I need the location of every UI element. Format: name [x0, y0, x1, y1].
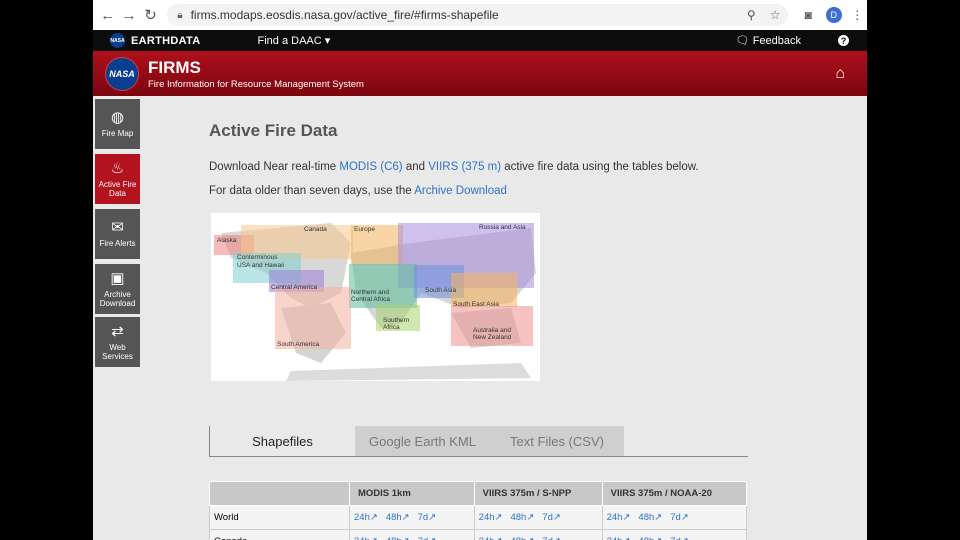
envelope-icon: ✉︎	[111, 219, 124, 236]
link-7d[interactable]: 7d↗	[542, 512, 561, 523]
address-bar[interactable]: 🔒︎ firms.modaps.eosdis.nasa.gov/active_f…	[167, 4, 789, 26]
table-header-modis: MODIS 1km	[349, 481, 475, 506]
label-alaska: Alaska	[217, 237, 237, 244]
table-row: World 24h↗ 48h↗ 7d↗ 24h↗ 48h↗ 7d↗ 24h↗ 48h↗ 7d…	[209, 505, 748, 530]
link-24h[interactable]: 24h↗	[479, 512, 503, 523]
modis-canada-links: 24h↗ 48h↗ 7d↗	[349, 529, 475, 540]
swap-arrows-icon: ⇄	[111, 322, 124, 340]
link-7d[interactable]: 7d↗	[670, 536, 689, 540]
table-header-viirs-noaa20: VIIRS 375m / NOAA-20	[601, 481, 748, 506]
site-title: FIRMS	[148, 58, 201, 77]
menu-kebab-icon[interactable]: ⋮	[848, 5, 867, 25]
label-south-america: South America	[277, 341, 320, 348]
archive-paragraph: For data older than seven days, use the …	[209, 185, 507, 197]
archive-download-link[interactable]: Archive Download	[414, 185, 507, 197]
label-australia-2: New Zealand	[473, 334, 512, 341]
back-arrow-icon[interactable]: ←	[97, 4, 118, 26]
modis-world-links: 24h↗ 48h↗ 7d↗	[349, 505, 475, 530]
sidebar-item-web-services[interactable]: ⇄ Web Services	[95, 317, 140, 367]
label-south-asia: South Asia	[425, 287, 457, 294]
label-s-africa-1: Southern	[383, 317, 410, 324]
link-24h[interactable]: 24h↗	[479, 536, 503, 540]
table-header-viirs-snpp: VIIRS 375m / S-NPP	[473, 481, 603, 506]
link-48h[interactable]: 48h↗	[510, 512, 534, 523]
label-n-africa-1: Northern and	[351, 289, 389, 296]
label-russia: Russia and Asia	[479, 224, 526, 231]
bookmark-star-icon[interactable]: ☆	[770, 8, 781, 22]
label-canada: Canada	[304, 226, 327, 233]
sidebar-item-fire-map[interactable]: ◍ Fire Map	[95, 99, 140, 149]
globe-icon: ◍	[110, 109, 125, 126]
download-table: MODIS 1km VIIRS 375m / S-NPP VIIRS 375m …	[209, 481, 748, 540]
link-24h[interactable]: 24h↗	[607, 512, 631, 523]
region-south-america[interactable]	[275, 287, 351, 349]
firms-banner: NASA FIRMS Fire Information for Resource…	[93, 51, 867, 96]
browser-toolbar: ← → ↻ 🔒︎ firms.modaps.eosdis.nasa.gov/ac…	[93, 0, 867, 31]
sidebar-item-fire-alerts[interactable]: ✉︎ Fire Alerts	[95, 209, 140, 259]
label-usa-1: Conterminous	[237, 254, 278, 261]
site-subtitle: Fire Information for Resource Management…	[148, 79, 364, 90]
link-24h[interactable]: 24h↗	[607, 536, 631, 540]
browser-window: ← → ↻ 🔒︎ firms.modaps.eosdis.nasa.gov/ac…	[93, 0, 867, 540]
label-europe: Europe	[354, 226, 375, 233]
home-icon[interactable]: ⌂	[835, 65, 845, 83]
intro-paragraph: Download Near real-time MODIS (C6) and V…	[209, 161, 699, 173]
link-7d[interactable]: 7d↗	[418, 536, 437, 540]
table-header-row: MODIS 1km VIIRS 375m / S-NPP VIIRS 375m …	[209, 481, 748, 506]
page-title: Active Fire Data	[209, 121, 338, 140]
extension-icon[interactable]: ◙	[798, 5, 817, 25]
table-header-empty	[209, 481, 350, 506]
nasa-meatball-icon[interactable]: NASA	[110, 33, 125, 48]
row-label-canada: Canada	[209, 529, 350, 540]
archive-box-icon: ▣	[110, 269, 125, 287]
noaa20-world-links: 24h↗ 48h↗ 7d↗	[601, 505, 748, 530]
label-australia-1: Australia and	[473, 327, 511, 334]
zoom-search-icon[interactable]: ⚲	[747, 8, 756, 22]
label-s-africa-2: Africa	[383, 324, 400, 331]
nasa-logo[interactable]: NASA	[105, 57, 139, 91]
link-7d[interactable]: 7d↗	[542, 536, 561, 540]
snpp-world-links: 24h↗ 48h↗ 7d↗	[473, 505, 603, 530]
sidebar-item-active-fire-data[interactable]: ♨︎ Active Fire Data	[95, 154, 140, 204]
label-se-asia: South East Asia	[453, 301, 499, 308]
reload-icon[interactable]: ↻	[140, 4, 161, 26]
link-48h[interactable]: 48h↗	[386, 536, 410, 540]
label-n-africa-2: Central Africa	[351, 296, 391, 303]
label-usa-2: USA and Hawaii	[237, 262, 284, 269]
region-map[interactable]: Alaska Canada Europe Russia and Asia Con…	[211, 213, 540, 381]
tab-shapefiles[interactable]: Shapefiles	[209, 426, 355, 456]
modis-link[interactable]: MODIS (C6)	[339, 161, 402, 173]
profile-avatar[interactable]: D	[825, 7, 842, 23]
link-7d[interactable]: 7d↗	[670, 512, 689, 523]
row-label-world: World	[209, 505, 350, 530]
sidebar-item-archive-download[interactable]: ▣ Archive Download	[95, 264, 140, 314]
link-7d[interactable]: 7d↗	[418, 512, 437, 523]
link-24h[interactable]: 24h↗	[354, 512, 378, 523]
tab-google-earth-kml[interactable]: Google Earth KML	[355, 426, 490, 456]
noaa20-canada-links: 24h↗ 48h↗ 7d↗	[601, 529, 748, 540]
earthdata-brand[interactable]: EARTHDATA	[131, 35, 201, 47]
chat-bubble-icon: 🗨︎	[735, 35, 750, 47]
link-24h[interactable]: 24h↗	[354, 536, 378, 540]
viirs-link[interactable]: VIIRS (375 m)	[428, 161, 501, 173]
link-48h[interactable]: 48h↗	[386, 512, 410, 523]
feedback-link[interactable]: 🗨︎ Feedback	[736, 34, 801, 47]
earthdata-bar: NASA EARTHDATA Find a DAAC ▾ 🗨︎ Feedback…	[93, 30, 867, 51]
table-row: Canada 24h↗ 48h↗ 7d↗ 24h↗ 48h↗ 7d↗ 24h↗ 48h↗ 7…	[209, 529, 748, 540]
find-daac-dropdown[interactable]: Find a DAAC ▾	[258, 34, 331, 47]
snpp-canada-links: 24h↗ 48h↗ 7d↗	[473, 529, 603, 540]
link-48h[interactable]: 48h↗	[638, 512, 662, 523]
flame-icon: ♨︎	[110, 159, 125, 177]
label-central-america: Central America	[271, 284, 318, 291]
forward-arrow-icon[interactable]: →	[118, 4, 139, 26]
tab-text-files-csv[interactable]: Text Files (CSV)	[490, 426, 624, 456]
help-icon[interactable]: ?	[838, 35, 849, 46]
link-48h[interactable]: 48h↗	[638, 536, 662, 540]
link-48h[interactable]: 48h↗	[510, 536, 534, 540]
lock-icon: 🔒︎	[177, 9, 183, 21]
url-text: firms.modaps.eosdis.nasa.gov/active_fire…	[190, 8, 499, 22]
format-tabs: Shapefiles Google Earth KML Text Files (…	[209, 426, 748, 457]
